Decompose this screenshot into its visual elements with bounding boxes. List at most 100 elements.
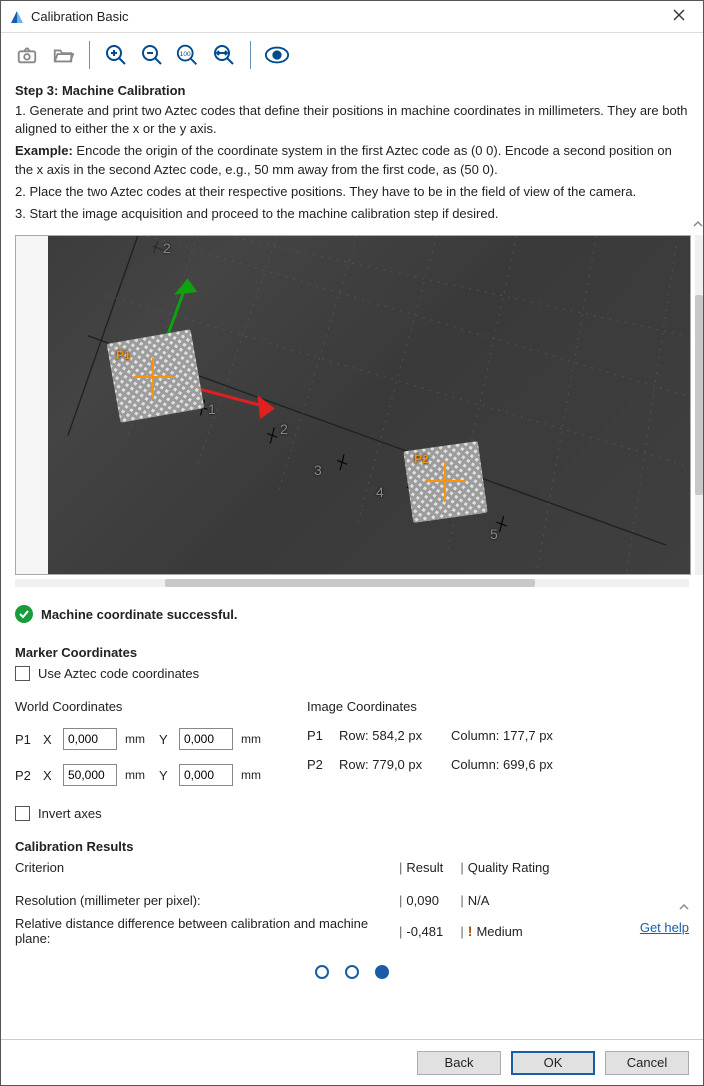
toolbar-separator: [250, 41, 251, 69]
instruction-1: 1. Generate and print two Aztec codes th…: [15, 102, 689, 138]
success-icon: [15, 605, 33, 623]
p1-y-input[interactable]: [179, 728, 233, 750]
results-header-row: Criterion | Result | Quality Rating: [15, 860, 689, 875]
content-area: Step 3: Machine Calibration 1. Generate …: [1, 77, 703, 1039]
app-icon: [9, 9, 25, 25]
results-heading: Calibration Results: [15, 839, 689, 854]
axis-tick: 3: [314, 462, 322, 478]
unit-mm: mm: [241, 768, 267, 782]
criterion-resolution: Resolution (millimeter per pixel):: [15, 893, 395, 908]
toolbar: 100: [1, 33, 703, 77]
h-scrollbar-thumb[interactable]: [165, 579, 535, 587]
p2-x-input[interactable]: [63, 764, 117, 786]
titlebar: Calibration Basic: [1, 1, 703, 33]
step-pager: [1, 965, 703, 979]
warning-icon: !: [468, 923, 473, 939]
axis-tick: 2: [163, 240, 171, 256]
criterion-distance: Relative distance difference between cal…: [15, 916, 395, 946]
quality-header: Quality Rating: [468, 860, 689, 875]
collapse-up-icon[interactable]: [679, 902, 689, 915]
h-scrollbar[interactable]: [15, 579, 689, 587]
p2-row-value: Row: 779,0 px: [339, 757, 439, 772]
image-p2-row: P2 Row: 779,0 px Column: 699,6 px: [307, 757, 581, 772]
invert-axes-checkbox[interactable]: [15, 806, 30, 821]
svg-text:100: 100: [180, 51, 191, 58]
p1-row-value: Row: 584,2 px: [339, 728, 439, 743]
marker-cross-p2: [426, 462, 466, 502]
pager-dot-1[interactable]: [315, 965, 329, 979]
world-p1-row: P1 X mm Y mm: [15, 728, 267, 750]
axis-x: X: [43, 768, 55, 783]
v-scrollbar-thumb[interactable]: [695, 295, 703, 495]
example-label: Example:: [15, 143, 73, 158]
p1-x-input[interactable]: [63, 728, 117, 750]
axis-x: X: [43, 732, 55, 747]
p2-label: P2: [307, 757, 327, 772]
close-icon[interactable]: [663, 8, 695, 26]
status-text: Machine coordinate successful.: [41, 607, 238, 622]
marker-cross-p1: [134, 358, 174, 398]
get-help-link[interactable]: Get help: [640, 920, 689, 935]
zoom-out-icon[interactable]: [136, 39, 168, 71]
invert-axes-label: Invert axes: [38, 806, 102, 821]
axis-y: Y: [159, 732, 171, 747]
p1-col-value: Column: 177,7 px: [451, 728, 581, 743]
result-header: Result: [406, 860, 456, 875]
invert-axes-row: Invert axes: [15, 806, 689, 821]
v-scrollbar[interactable]: [695, 235, 703, 575]
unit-mm: mm: [125, 768, 151, 782]
snapshot-icon[interactable]: [11, 39, 43, 71]
p2-y-input[interactable]: [179, 764, 233, 786]
p1-label: P1: [15, 732, 35, 747]
image-coords-head: Image Coordinates: [307, 699, 581, 714]
result-distance: -0,481: [406, 924, 456, 939]
quality-resolution: N/A: [468, 893, 689, 908]
axis-y: Y: [159, 768, 171, 783]
coordinates-grid: World Coordinates P1 X mm Y mm P2 X mm Y: [15, 699, 689, 800]
use-aztec-checkbox[interactable]: [15, 666, 30, 681]
zoom-fit-icon[interactable]: [208, 39, 240, 71]
open-folder-icon[interactable]: [47, 39, 79, 71]
calibration-window: Calibration Basic 100 Step 3: Machine: [0, 0, 704, 1086]
pager-dot-2[interactable]: [345, 965, 359, 979]
result-row-distance: Relative distance difference between cal…: [15, 916, 689, 946]
axis-tick: 2: [280, 421, 288, 437]
result-row-resolution: Resolution (millimeter per pixel): | 0,0…: [15, 893, 689, 908]
p2-label: P2: [15, 768, 35, 783]
zoom-100-icon[interactable]: 100: [172, 39, 204, 71]
toggle-view-icon[interactable]: [261, 39, 293, 71]
cancel-button[interactable]: Cancel: [605, 1051, 689, 1075]
unit-mm: mm: [125, 732, 151, 746]
instruction-3: 3. Start the image acquisition and proce…: [15, 205, 689, 223]
world-p2-row: P2 X mm Y mm: [15, 764, 267, 786]
toolbar-separator: [89, 41, 90, 69]
axis-tick: 1: [208, 401, 216, 417]
image-canvas-wrapper: 2 2 1 3 4 5 P1 P2: [15, 235, 689, 575]
camera-image: 2 2 1 3 4 5 P1 P2: [48, 236, 690, 574]
result-resolution: 0,090: [406, 893, 456, 908]
step-heading: Step 3: Machine Calibration: [15, 83, 689, 98]
status-row: Machine coordinate successful.: [15, 605, 689, 623]
world-coords-head: World Coordinates: [15, 699, 267, 714]
use-aztec-label: Use Aztec code coordinates: [38, 666, 199, 681]
p1-label: P1: [307, 728, 327, 743]
back-button[interactable]: Back: [417, 1051, 501, 1075]
window-title: Calibration Basic: [31, 9, 663, 24]
example-text: Encode the origin of the coordinate syst…: [15, 143, 672, 176]
image-p1-row: P1 Row: 584,2 px Column: 177,7 px: [307, 728, 581, 743]
marker-coords-heading: Marker Coordinates: [15, 645, 689, 660]
p2-col-value: Column: 699,6 px: [451, 757, 581, 772]
image-canvas[interactable]: 2 2 1 3 4 5 P1 P2: [15, 235, 691, 575]
unit-mm: mm: [241, 732, 267, 746]
criterion-header: Criterion: [15, 860, 395, 875]
scroll-up-icon[interactable]: [693, 219, 703, 232]
world-coords-col: World Coordinates P1 X mm Y mm P2 X mm Y: [15, 699, 267, 800]
axis-tick: 5: [490, 526, 498, 542]
image-coords-col: Image Coordinates P1 Row: 584,2 px Colum…: [307, 699, 581, 800]
ok-button[interactable]: OK: [511, 1051, 595, 1075]
pager-dot-3[interactable]: [375, 965, 389, 979]
footer: Back OK Cancel: [1, 1039, 703, 1085]
instruction-example: Example: Encode the origin of the coordi…: [15, 142, 689, 178]
zoom-in-icon[interactable]: [100, 39, 132, 71]
results-section: Calibration Results Criterion | Result |…: [15, 839, 689, 946]
